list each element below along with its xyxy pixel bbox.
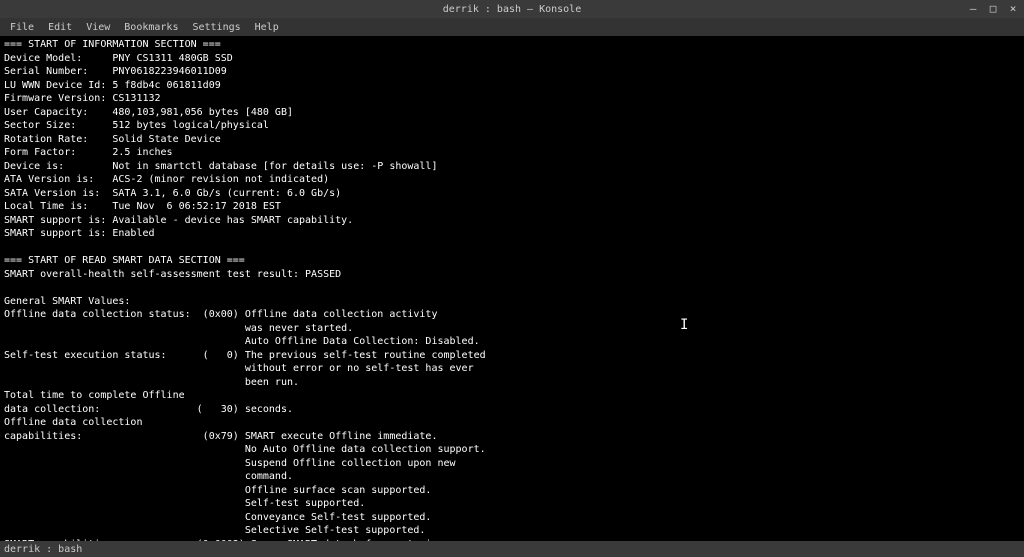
text-cursor-icon: I [680,316,688,335]
terminal-area[interactable]: === START OF INFORMATION SECTION === Dev… [0,36,1024,541]
terminal-output: === START OF INFORMATION SECTION === Dev… [4,39,582,541]
minimize-button[interactable]: — [966,2,980,16]
statusbar: derrik : bash [0,541,1024,557]
window-controls: — □ × [966,2,1020,16]
menu-help[interactable]: Help [249,20,285,35]
menu-view[interactable]: View [80,20,116,35]
window-title: derrik : bash — Konsole [443,4,581,15]
maximize-button[interactable]: □ [986,2,1000,16]
menu-settings[interactable]: Settings [186,20,246,35]
tab-label[interactable]: derrik : bash [4,544,82,555]
menu-file[interactable]: File [4,20,40,35]
close-button[interactable]: × [1006,2,1020,16]
titlebar: derrik : bash — Konsole — □ × [0,0,1024,18]
menu-edit[interactable]: Edit [42,20,78,35]
menubar: File Edit View Bookmarks Settings Help [0,18,1024,36]
menu-bookmarks[interactable]: Bookmarks [118,20,184,35]
